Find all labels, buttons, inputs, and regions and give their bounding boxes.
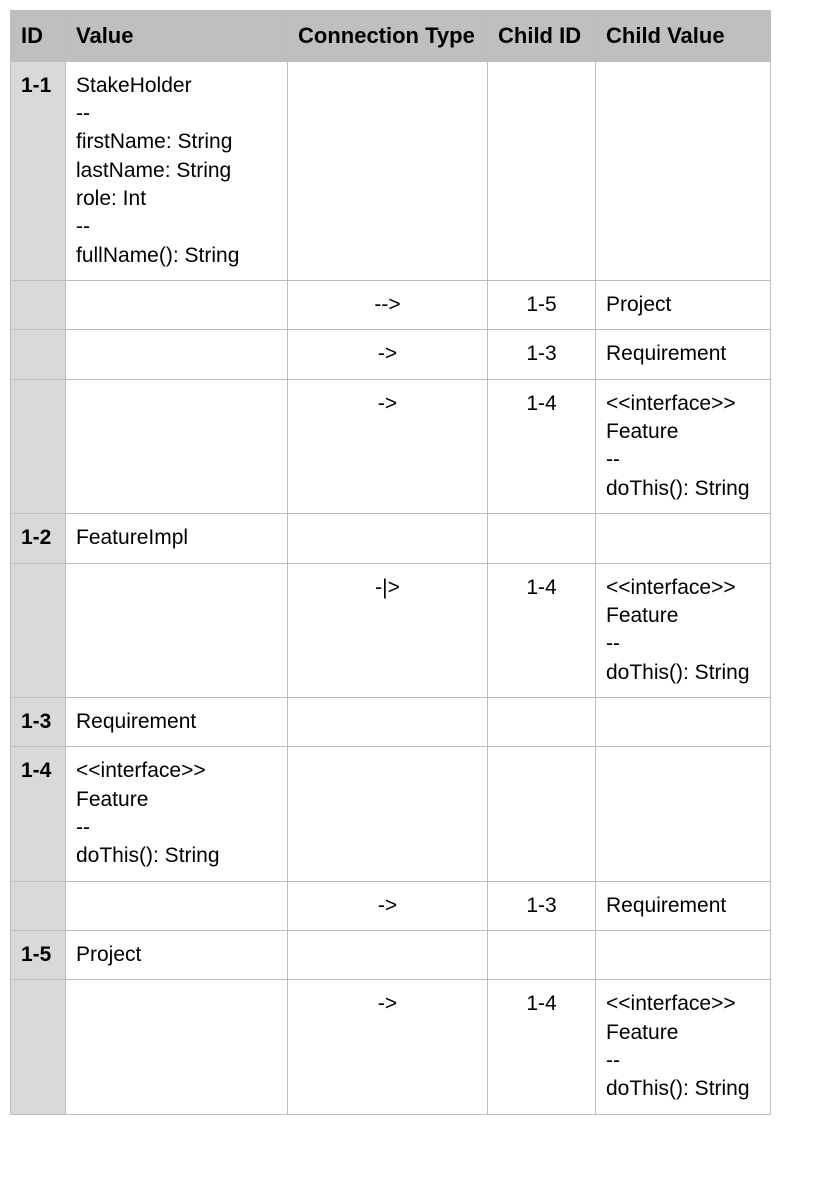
cell-id: 1-5 — [11, 930, 66, 979]
cell-connection-type — [288, 514, 488, 563]
cell-child-id — [488, 61, 596, 280]
table-header-row: ID Value Connection Type Child ID Child … — [11, 11, 771, 62]
table-row: -|> 1-4 <<interface>> Feature -- doThis(… — [11, 563, 771, 697]
table-row: 1-2 FeatureImpl — [11, 514, 771, 563]
cell-child-id: 1-3 — [488, 330, 596, 379]
cell-value — [66, 379, 288, 513]
cell-child-value — [596, 514, 771, 563]
cell-connection-type — [288, 61, 488, 280]
cell-connection-type: -|> — [288, 563, 488, 697]
cell-connection-type: --> — [288, 281, 488, 330]
table-row: 1-1 StakeHolder -- firstName: String las… — [11, 61, 771, 280]
cell-child-id: 1-3 — [488, 881, 596, 930]
cell-child-id — [488, 747, 596, 881]
cell-child-value — [596, 697, 771, 746]
col-header-id: ID — [11, 11, 66, 62]
cell-value — [66, 563, 288, 697]
cell-connection-type: -> — [288, 379, 488, 513]
col-header-child-value: Child Value — [596, 11, 771, 62]
cell-child-id: 1-4 — [488, 980, 596, 1114]
table-row: --> 1-5 Project — [11, 281, 771, 330]
col-header-connection-type: Connection Type — [288, 11, 488, 62]
cell-connection-type: -> — [288, 881, 488, 930]
cell-value — [66, 330, 288, 379]
cell-connection-type — [288, 747, 488, 881]
cell-child-value: Requirement — [596, 330, 771, 379]
cell-value — [66, 980, 288, 1114]
cell-id: 1-3 — [11, 697, 66, 746]
cell-child-id — [488, 697, 596, 746]
cell-value: StakeHolder -- firstName: String lastNam… — [66, 61, 288, 280]
cell-id: 1-4 — [11, 747, 66, 881]
cell-value: FeatureImpl — [66, 514, 288, 563]
cell-id — [11, 379, 66, 513]
cell-child-value: <<interface>> Feature -- doThis(): Strin… — [596, 980, 771, 1114]
cell-child-id — [488, 930, 596, 979]
cell-connection-type — [288, 697, 488, 746]
cell-child-id — [488, 514, 596, 563]
col-header-child-id: Child ID — [488, 11, 596, 62]
cell-connection-type: -> — [288, 980, 488, 1114]
cell-id — [11, 281, 66, 330]
table-row: -> 1-3 Requirement — [11, 881, 771, 930]
table-row: -> 1-4 <<interface>> Feature -- doThis()… — [11, 980, 771, 1114]
cell-child-value — [596, 747, 771, 881]
data-table: ID Value Connection Type Child ID Child … — [10, 10, 771, 1115]
cell-value: <<interface>> Feature -- doThis(): Strin… — [66, 747, 288, 881]
cell-child-value: Requirement — [596, 881, 771, 930]
cell-child-value — [596, 61, 771, 280]
table-row: -> 1-4 <<interface>> Feature -- doThis()… — [11, 379, 771, 513]
table-row: -> 1-3 Requirement — [11, 330, 771, 379]
cell-id — [11, 330, 66, 379]
cell-id — [11, 980, 66, 1114]
cell-connection-type — [288, 930, 488, 979]
cell-value: Requirement — [66, 697, 288, 746]
cell-child-value: <<interface>> Feature -- doThis(): Strin… — [596, 563, 771, 697]
cell-value — [66, 281, 288, 330]
cell-connection-type: -> — [288, 330, 488, 379]
col-header-value: Value — [66, 11, 288, 62]
cell-child-value: <<interface>> Feature -- doThis(): Strin… — [596, 379, 771, 513]
table-row: 1-4 <<interface>> Feature -- doThis(): S… — [11, 747, 771, 881]
cell-child-id: 1-4 — [488, 563, 596, 697]
cell-value — [66, 881, 288, 930]
cell-id — [11, 563, 66, 697]
cell-id: 1-2 — [11, 514, 66, 563]
table-row: 1-5 Project — [11, 930, 771, 979]
cell-id — [11, 881, 66, 930]
table-row: 1-3 Requirement — [11, 697, 771, 746]
cell-value: Project — [66, 930, 288, 979]
cell-child-id: 1-4 — [488, 379, 596, 513]
cell-child-value: Project — [596, 281, 771, 330]
cell-child-value — [596, 930, 771, 979]
cell-id: 1-1 — [11, 61, 66, 280]
cell-child-id: 1-5 — [488, 281, 596, 330]
